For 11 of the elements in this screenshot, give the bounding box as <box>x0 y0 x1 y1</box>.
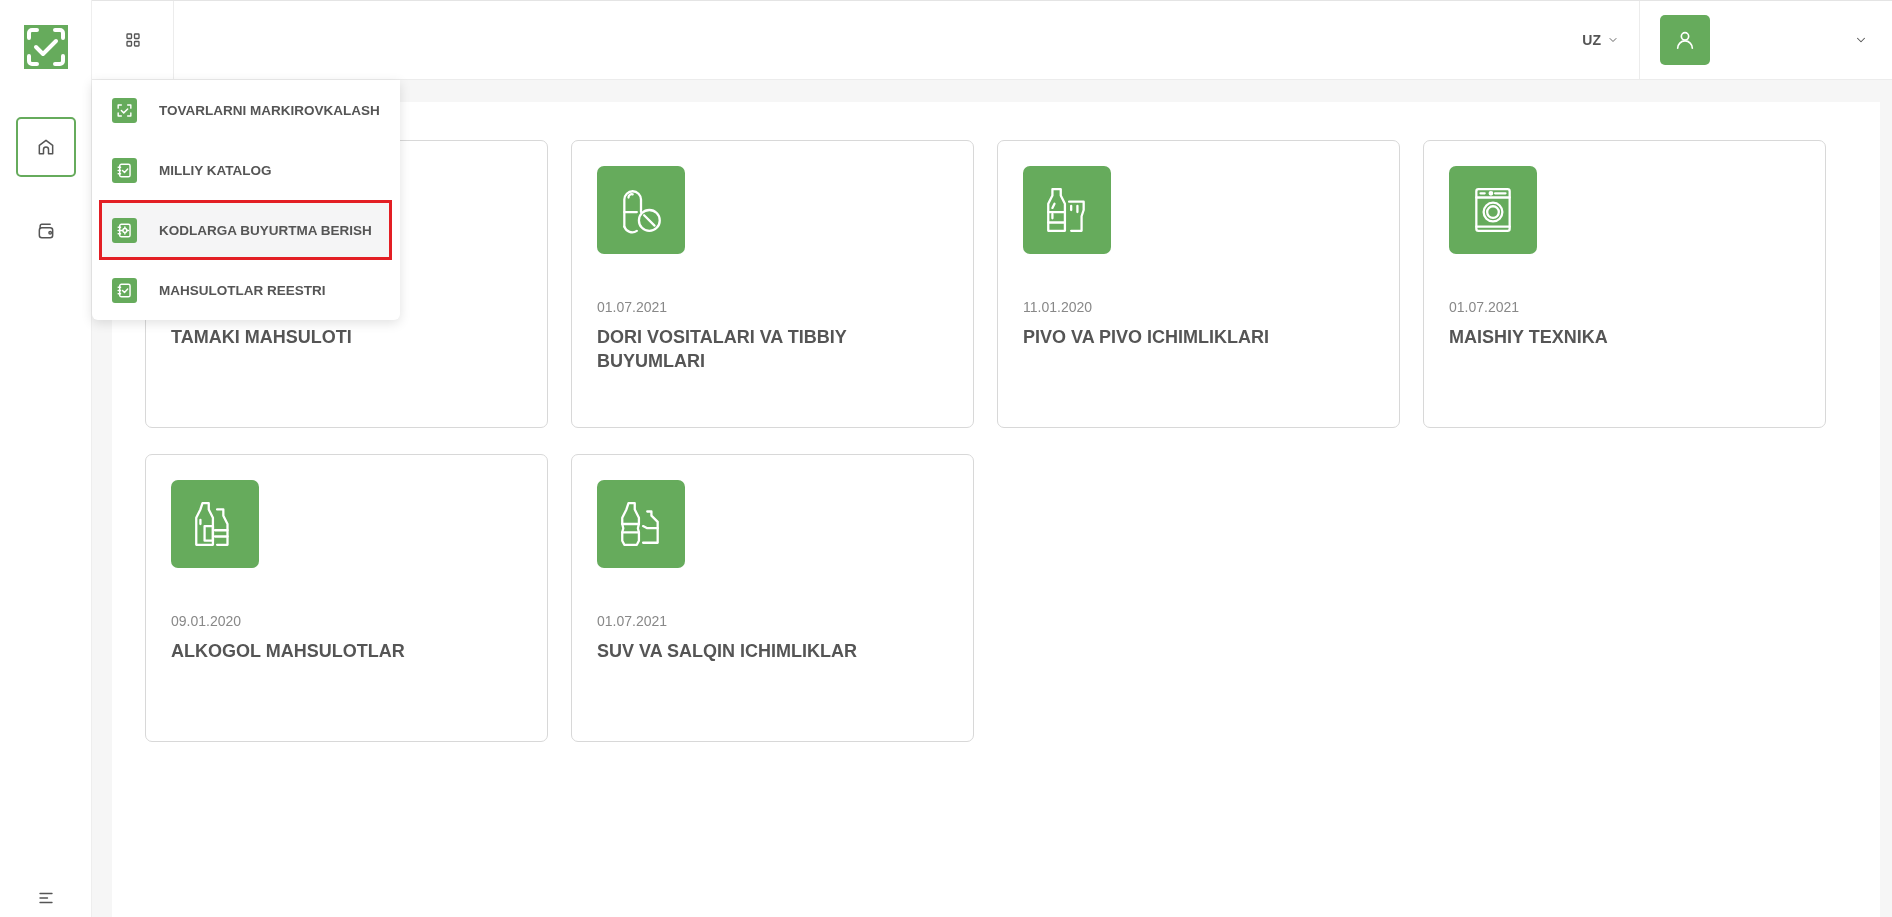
card-date: 01.07.2021 <box>1449 299 1520 315</box>
card-title: SUV VA SALQIN ICHIMLIKLAR <box>597 640 857 663</box>
card-date: 11.01.2020 <box>1023 299 1093 315</box>
card-title: DORI VOSITALARI VA TIBBIY BUYUMLARI <box>597 326 848 373</box>
card-date: 01.07.2021 <box>597 299 668 315</box>
card-title: PIVO VA PIVO ICHIMLIKLARI <box>1023 326 1269 349</box>
card-date: 09.01.2020 <box>171 613 242 629</box>
card-date: 01.07.2021 <box>597 613 668 629</box>
card-title: ALKOGOL MAHSULOTLAR <box>171 640 405 663</box>
card-title: TAMAKI MAHSULOTI <box>171 326 352 349</box>
card-title: MAISHIY TEXNIKA <box>1449 326 1608 349</box>
